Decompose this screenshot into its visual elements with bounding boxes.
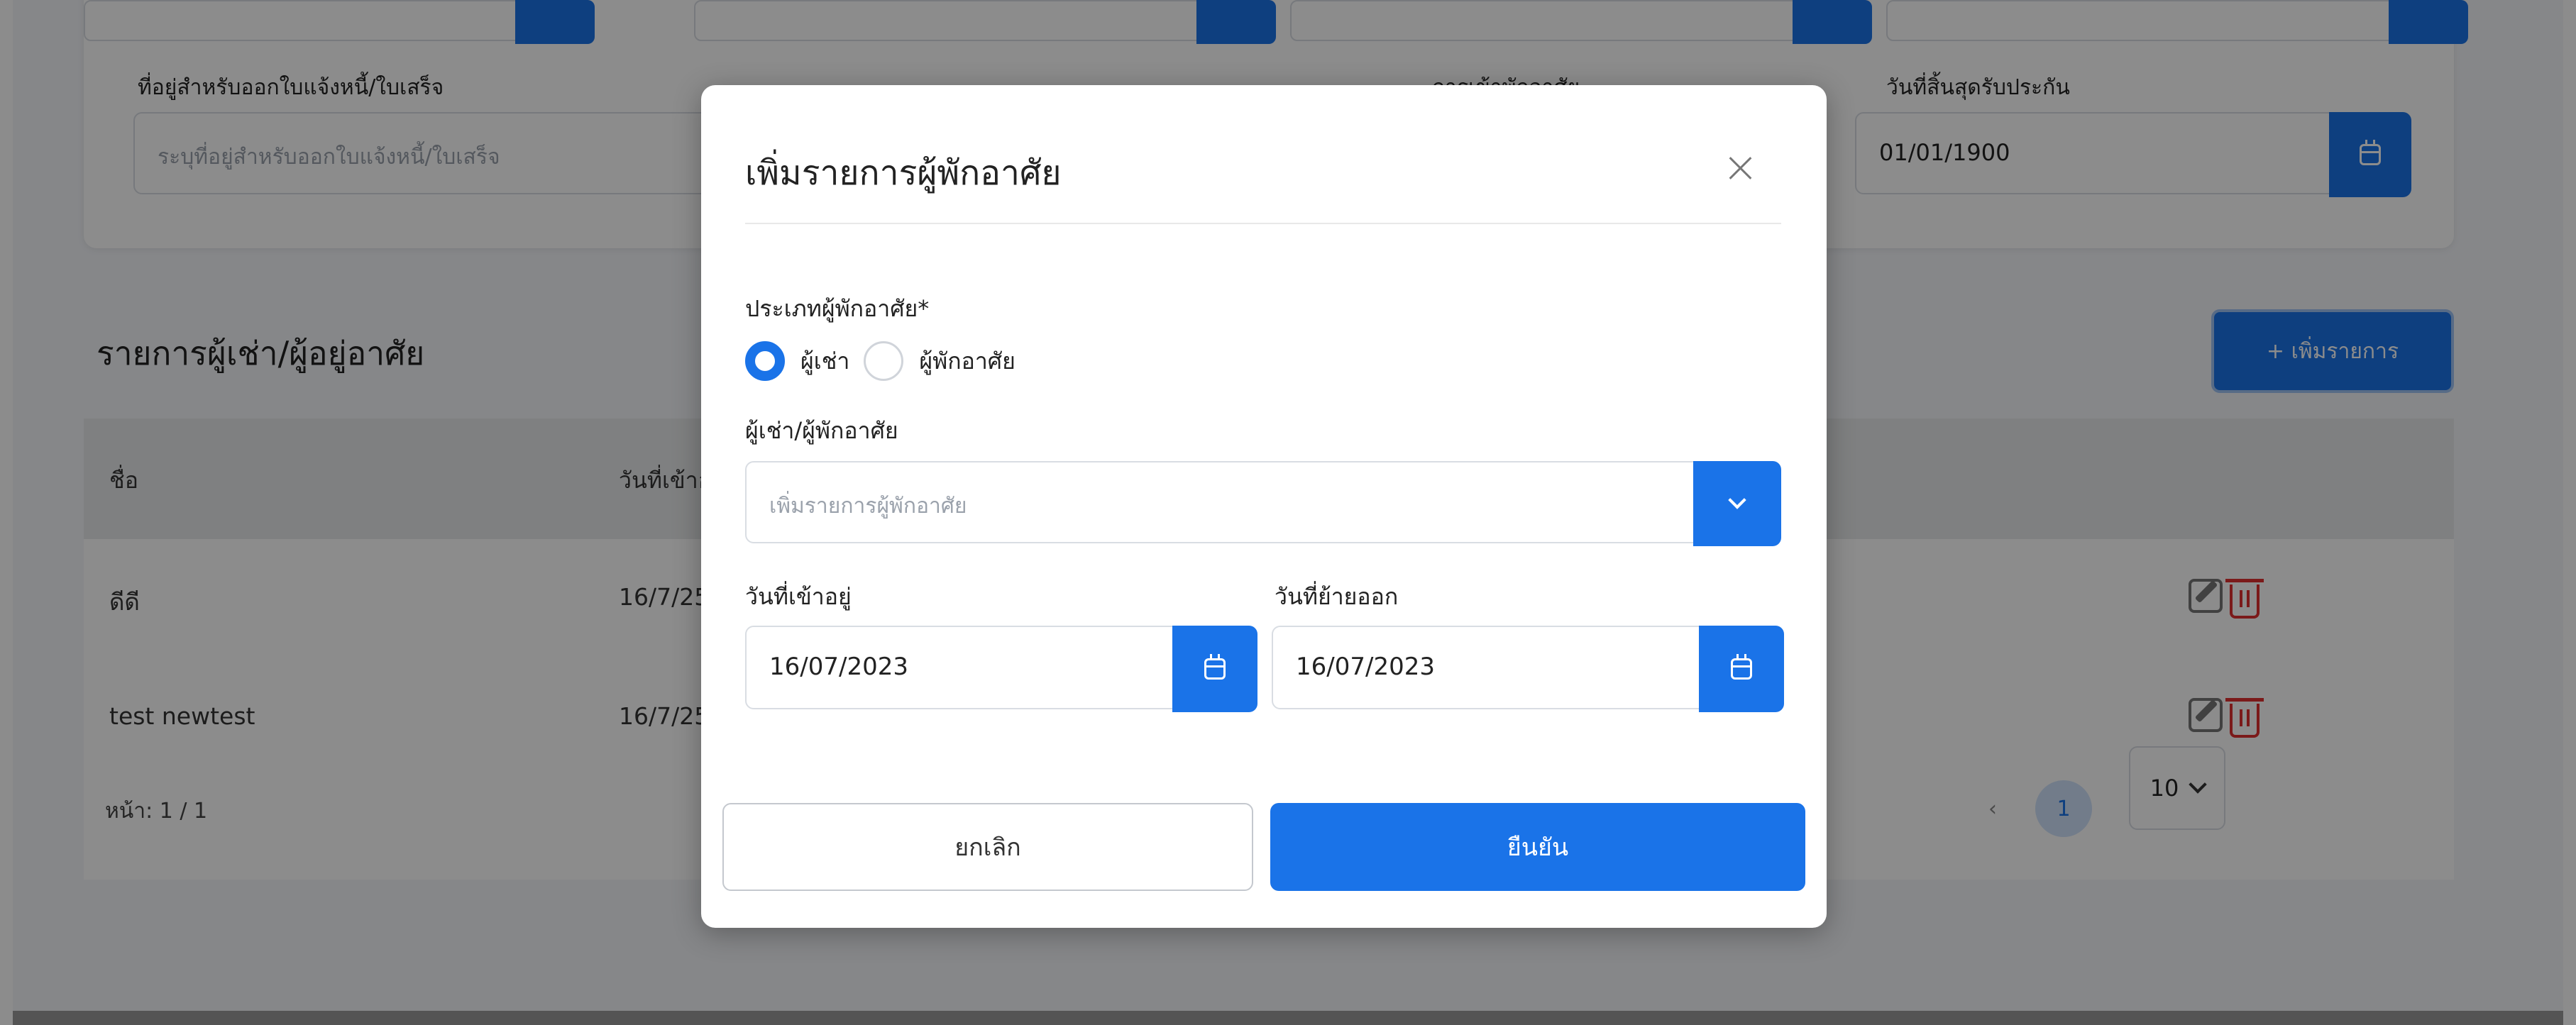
- modal-divider: [745, 223, 1781, 224]
- move-in-date-input[interactable]: 16/07/2023: [745, 626, 1257, 712]
- move-out-label: วันที่ย้ายออก: [1275, 583, 1399, 610]
- calendar-icon: [1204, 654, 1226, 680]
- radio-resident[interactable]: [864, 341, 904, 381]
- occupant-dropdown-button[interactable]: [1693, 461, 1781, 546]
- confirm-button[interactable]: ยืนยัน: [1270, 803, 1805, 891]
- move-out-date-input[interactable]: 16/07/2023: [1272, 626, 1784, 712]
- occupant-placeholder: เพิ่มรายการผู้พักอาศัย: [769, 494, 967, 519]
- occupant-select[interactable]: เพิ่มรายการผู้พักอาศัย: [745, 461, 1781, 546]
- occupant-label: ผู้เช่า/ผู้พักอาศัย: [745, 417, 898, 444]
- move-out-calendar-button[interactable]: [1699, 626, 1784, 712]
- radio-tenant[interactable]: [745, 341, 785, 381]
- occupant-type-radio-group: ผู้เช่า ผู้พักอาศัย: [745, 339, 1030, 383]
- add-occupant-modal: เพิ่มรายการผู้พักอาศัย ประเภทผู้พักอาศัย…: [701, 85, 1827, 928]
- modal-title: เพิ่มรายการผู้พักอาศัย: [745, 153, 1062, 193]
- calendar-icon: [1731, 654, 1752, 680]
- move-in-label: วันที่เข้าอยู่: [745, 583, 852, 610]
- move-out-value: 16/07/2023: [1296, 653, 1435, 681]
- move-in-calendar-button[interactable]: [1172, 626, 1257, 712]
- move-in-value: 16/07/2023: [769, 653, 908, 681]
- chevron-down-icon: [1728, 491, 1746, 509]
- close-icon[interactable]: [1723, 150, 1758, 186]
- radio-tenant-label[interactable]: ผู้เช่า: [800, 343, 849, 379]
- radio-resident-label[interactable]: ผู้พักอาศัย: [919, 343, 1015, 379]
- occupant-type-label: ประเภทผู้พักอาศัย*: [745, 295, 930, 322]
- cancel-button[interactable]: ยกเลิก: [722, 803, 1253, 891]
